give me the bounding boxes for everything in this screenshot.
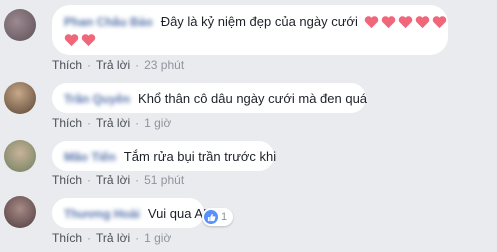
timestamp[interactable]: 23 phút: [144, 58, 184, 72]
comment-actions: Thích · Trả lời · 23 phút: [52, 58, 184, 72]
comment-actions: Thích · Trả lời · 1 giờ: [52, 116, 171, 130]
comment-bubble: Phan Châu Bảo Đây là kỷ niệm đẹp của ngà…: [52, 5, 448, 55]
comment-actions: Thích · Trả lời · 51 phút: [52, 173, 184, 187]
comment-bubble: Trần Quyên Khổ thân cô dâu ngày cưới mà …: [52, 83, 368, 113]
heart-icon: [364, 15, 379, 28]
comment-text: Tắm rửa bụi trần trước khi: [123, 149, 277, 164]
heart-icon: [398, 15, 413, 28]
separator: ·: [135, 58, 140, 72]
heart-row: [64, 33, 96, 47]
commenter-name[interactable]: Trần Quyên: [64, 92, 130, 106]
like-link[interactable]: Thích: [52, 173, 82, 187]
timestamp[interactable]: 1 giờ: [144, 116, 171, 130]
avatar[interactable]: [4, 196, 36, 228]
comment-text: Khổ thân cô dâu ngày cưới mà đen quá: [138, 91, 368, 106]
heart-icon: [432, 15, 447, 28]
avatar[interactable]: [4, 140, 36, 172]
heart-icon: [81, 34, 96, 47]
comment-bubble: Mão Tiến Tắm rửa bụi trần trước khi: [52, 141, 277, 171]
separator: ·: [87, 116, 92, 130]
heart-row: [364, 15, 447, 29]
heart-icon: [64, 34, 79, 47]
reply-link[interactable]: Trả lời: [96, 173, 130, 187]
avatar[interactable]: [4, 82, 36, 114]
separator: ·: [87, 231, 92, 245]
reaction-badge[interactable]: 1: [202, 208, 234, 226]
comment-actions: Thích · Trả lời · 1 giờ: [52, 231, 171, 245]
comment-bubble: Thương Hoài Vui qua AK: [52, 198, 212, 228]
separator: ·: [135, 231, 140, 245]
separator: ·: [87, 58, 92, 72]
like-link[interactable]: Thích: [52, 58, 82, 72]
separator: ·: [135, 116, 140, 130]
commenter-name[interactable]: Phan Châu Bảo: [64, 15, 153, 29]
heart-icon: [415, 15, 430, 28]
timestamp[interactable]: 51 phút: [144, 173, 184, 187]
like-link[interactable]: Thích: [52, 231, 82, 245]
reply-link[interactable]: Trả lời: [96, 116, 130, 130]
commenter-name[interactable]: Mão Tiến: [64, 150, 116, 164]
commenter-name[interactable]: Thương Hoài: [64, 207, 140, 221]
like-link[interactable]: Thích: [52, 116, 82, 130]
separator: ·: [87, 173, 92, 187]
like-reaction-icon: [204, 210, 218, 224]
reply-link[interactable]: Trả lời: [96, 231, 130, 245]
avatar[interactable]: [4, 9, 36, 41]
separator: ·: [135, 173, 140, 187]
reaction-count: 1: [221, 211, 228, 223]
reply-link[interactable]: Trả lời: [96, 58, 130, 72]
heart-icon: [381, 15, 396, 28]
comment-text: Đây là kỷ niệm đẹp của ngày cưới: [160, 14, 358, 29]
timestamp[interactable]: 1 giờ: [144, 231, 171, 245]
